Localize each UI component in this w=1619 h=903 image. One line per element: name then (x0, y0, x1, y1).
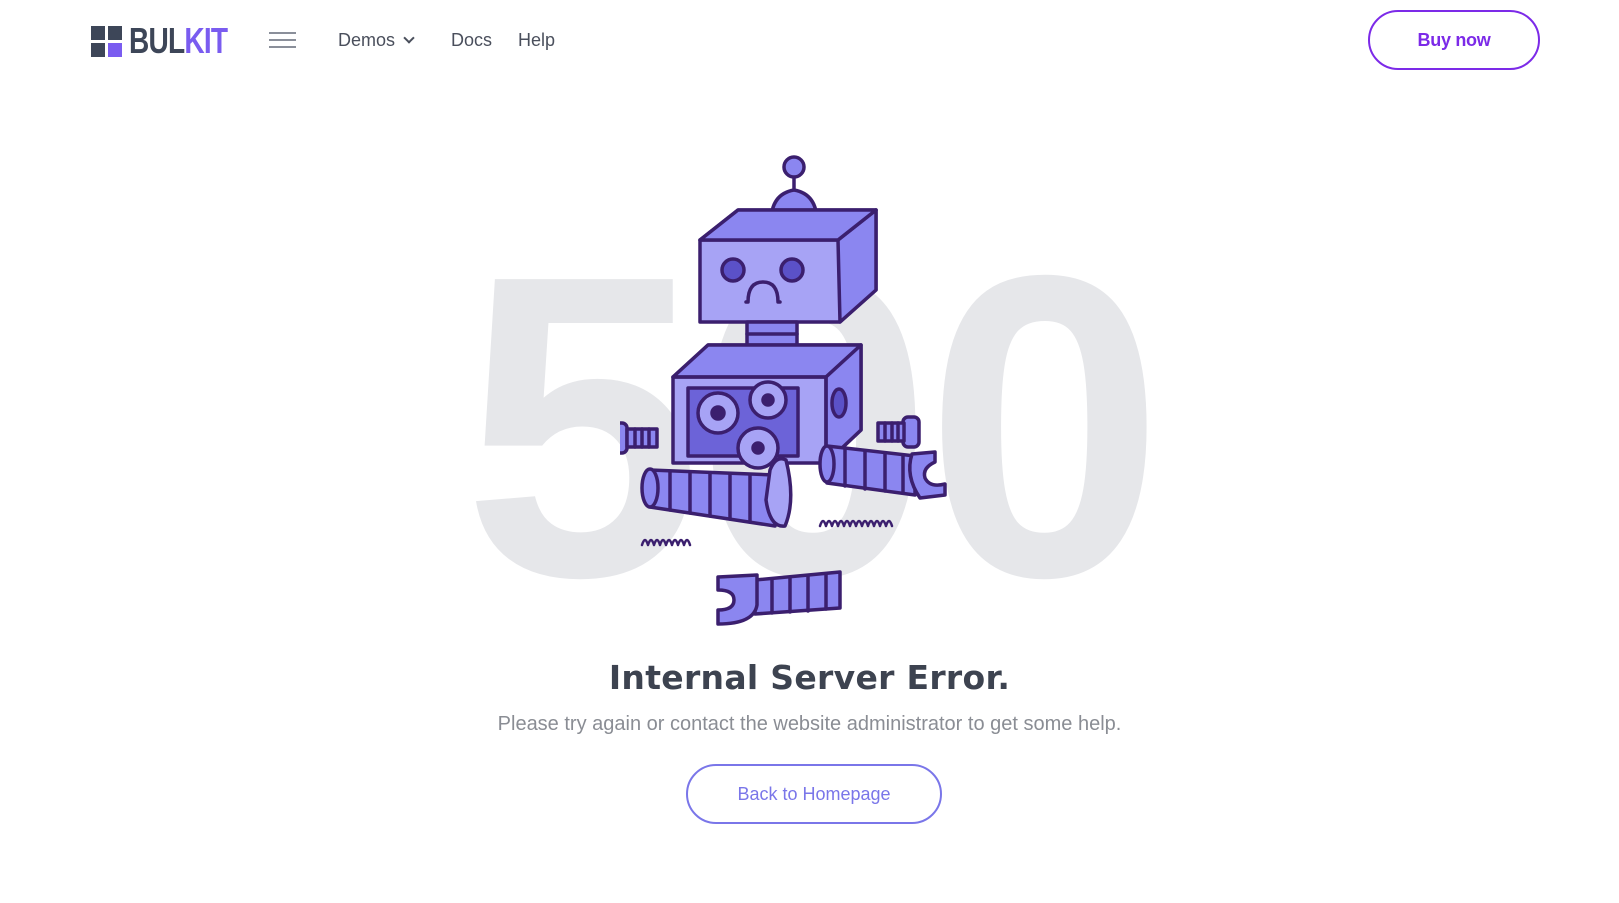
buy-now-button[interactable]: Buy now (1368, 10, 1540, 70)
error-title: Internal Server Error. (608, 658, 1011, 697)
nav-demos-label: Demos (338, 30, 396, 50)
top-navbar: BULKIT Demos Docs Help Buy now (0, 0, 1619, 80)
logo-text-part2: KIT (184, 20, 228, 61)
back-to-homepage-button[interactable]: Back to Homepage (686, 764, 942, 824)
hamburger-icon[interactable] (269, 30, 296, 50)
logo-mark-icon (91, 25, 122, 57)
nav-help[interactable]: Help (518, 28, 555, 52)
logo-text-part1: BUL (129, 20, 185, 61)
broken-robot-illustration (620, 155, 947, 626)
logo-text: BULKIT (129, 23, 228, 59)
nav-docs[interactable]: Docs (451, 28, 492, 52)
nav-demos[interactable]: Demos (338, 28, 415, 52)
error-subtitle: Please try again or contact the website … (497, 713, 1122, 735)
chevron-down-icon (403, 32, 415, 44)
brand-logo[interactable]: BULKIT (91, 23, 255, 59)
